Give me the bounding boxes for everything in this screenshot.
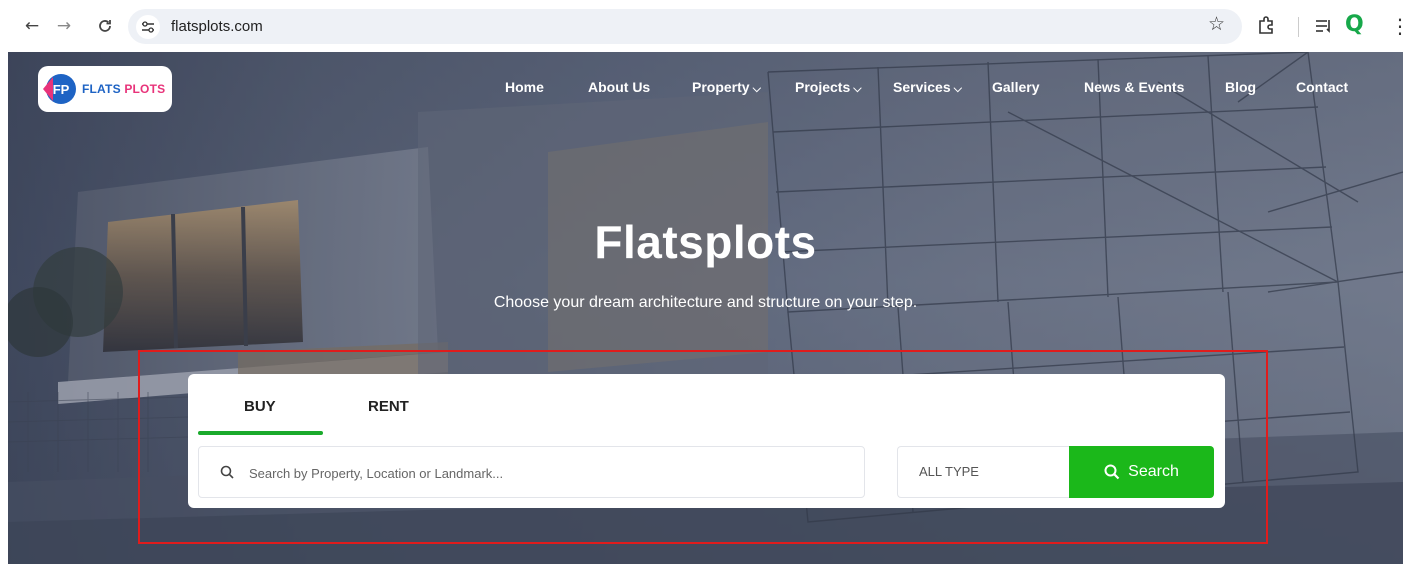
reading-list-icon[interactable] [1315,17,1333,40]
search-button-label: Search [1128,463,1179,480]
site-logo[interactable]: FP FLATS PLOTS [38,66,172,112]
nav-home-label: Home [505,79,544,95]
chevron-down-icon: ⌵ [752,82,761,95]
bookmark-star-icon[interactable]: ☆ [1208,13,1225,35]
active-tab-indicator [198,431,323,435]
nav-contact-label: Contact [1296,79,1349,95]
nav-projects[interactable]: Projects ⌵ [795,79,862,96]
nav-home[interactable]: Home [505,79,544,95]
tab-buy[interactable]: BUY [244,398,276,415]
nav-blog[interactable]: Blog [1225,79,1256,95]
address-bar[interactable]: flatsplots.com ☆ [128,9,1242,44]
nav-news-events-label: News & Events [1084,79,1185,95]
property-search-panel: BUY RENT ALL TYPE Search [188,374,1225,508]
logo-mark-icon: FP [43,74,76,104]
nav-blog-label: Blog [1225,79,1257,95]
chevron-down-icon: ⌵ [853,82,862,95]
forward-arrow-icon[interactable]: → [52,14,76,38]
nav-property-label: Property [692,79,750,95]
property-type-select[interactable]: ALL TYPE [897,446,1071,498]
logo-word-flats: FLATS [82,82,121,96]
nav-projects-label: Projects [795,79,851,95]
nav-about-us[interactable]: About Us [588,79,650,95]
profile-extension-icon[interactable]: Q [1345,12,1364,37]
nav-property[interactable]: Property ⌵ [692,79,761,96]
hero-title: Flatsplots [594,216,817,268]
search-button[interactable]: Search [1069,446,1214,498]
hero-subtitle: Choose your dream architecture and struc… [493,294,918,311]
url-text: flatsplots.com [171,18,263,35]
search-input[interactable] [249,459,849,487]
nav-news-events[interactable]: News & Events [1084,79,1184,95]
search-field[interactable] [198,446,865,498]
extensions-puzzle-icon[interactable] [1257,15,1277,40]
back-arrow-icon[interactable]: ← [20,14,44,38]
hero-section: FP FLATS PLOTS Home About Us Property ⌵ P… [8,52,1403,564]
logo-wordmark: FLATS PLOTS [82,82,165,96]
logo-word-plots: PLOTS [124,82,166,96]
chevron-down-icon: ⌵ [953,82,962,95]
browser-toolbar: ← → flatsplots.com ☆ Q ⋮ [0,0,1403,52]
nav-contact[interactable]: Contact [1296,79,1348,95]
tab-rent[interactable]: RENT [368,398,409,415]
nav-gallery-label: Gallery [992,79,1040,95]
browser-menu-icon[interactable]: ⋮ [1390,14,1403,38]
site-settings-icon[interactable] [136,15,160,39]
search-icon [220,465,234,479]
nav-services-label: Services [893,79,951,95]
nav-services[interactable]: Services ⌵ [893,79,962,96]
toolbar-divider [1298,17,1299,37]
nav-about-us-label: About Us [588,79,651,95]
search-icon [1104,464,1120,480]
nav-gallery[interactable]: Gallery [992,79,1039,95]
reload-icon[interactable] [93,14,117,38]
